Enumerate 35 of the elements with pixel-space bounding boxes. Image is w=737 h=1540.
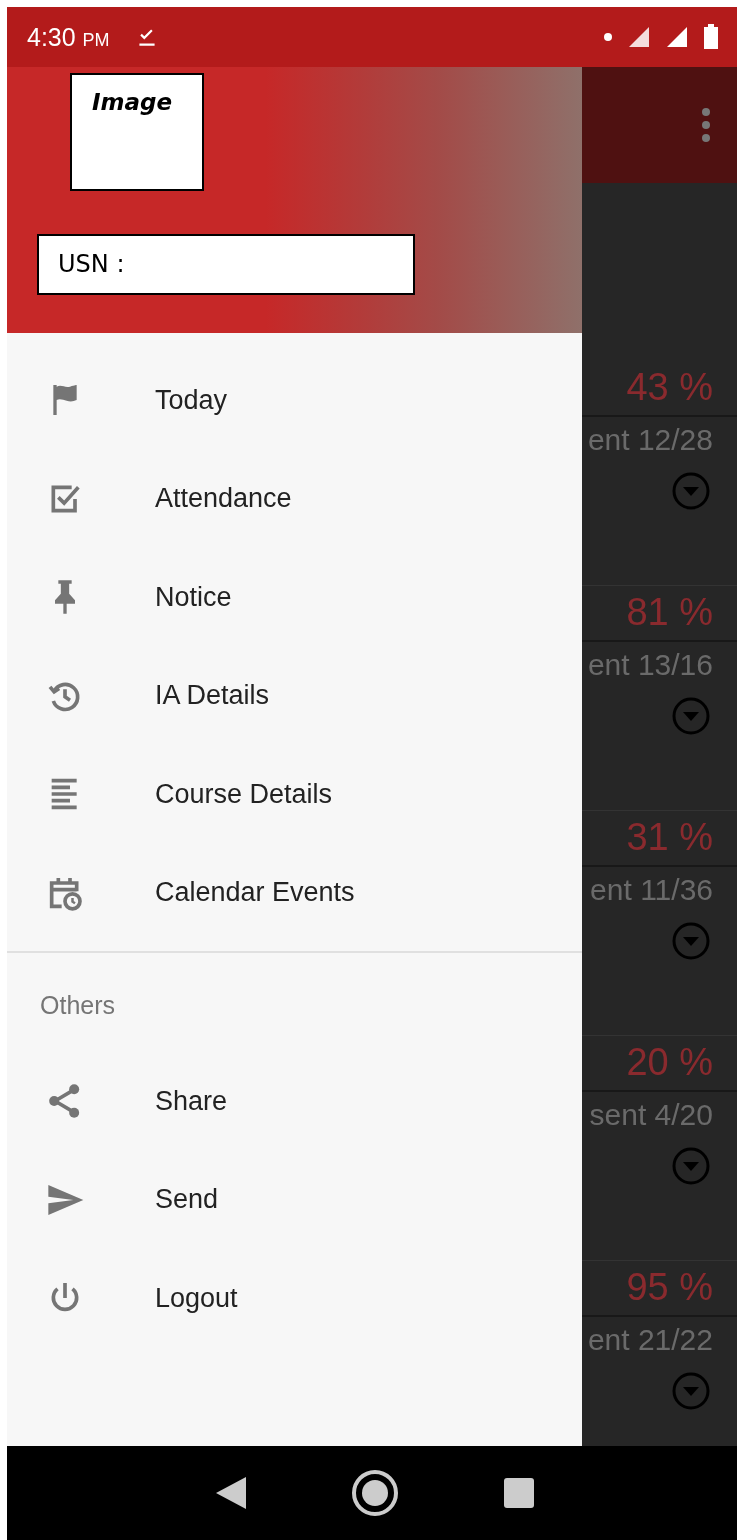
dropdown-icon[interactable]	[671, 1371, 711, 1411]
more-icon[interactable]	[701, 107, 711, 143]
percentage-text: 95 %	[626, 1266, 714, 1309]
menu-item[interactable]: Calendar Events	[7, 843, 582, 942]
percentage-text: 31 %	[626, 816, 714, 859]
dropdown-icon[interactable]	[671, 471, 711, 511]
status-time: 4:30 PM	[27, 22, 110, 52]
image-label: Image	[92, 89, 173, 115]
menu-item[interactable]: Today	[7, 351, 582, 450]
signal-icon	[665, 25, 689, 49]
menu-item[interactable]: Share	[7, 1052, 582, 1151]
menu-item[interactable]: Notice	[7, 548, 582, 647]
percentage-text: 81 %	[626, 591, 714, 634]
attendance-text: sent 4/20	[589, 1098, 714, 1132]
attendance-text: ent 11/36	[590, 873, 714, 907]
section-title: Others	[39, 990, 117, 1021]
signal-icon	[627, 25, 651, 49]
percentage-text: 43 %	[626, 366, 714, 409]
menu-item[interactable]: IA Details	[7, 646, 582, 745]
usn-field: USN :	[37, 234, 415, 295]
menu-item[interactable]: Send	[7, 1150, 582, 1249]
menu-item[interactable]: Logout	[7, 1249, 582, 1348]
recents-icon[interactable]	[503, 1477, 536, 1509]
attendance-text: ent 21/22	[587, 1323, 714, 1357]
notification-dot-icon	[603, 32, 613, 42]
attendance-text: ent 13/16	[587, 648, 714, 682]
percentage-text: 20 %	[626, 1041, 714, 1084]
dropdown-icon[interactable]	[671, 921, 711, 961]
home-icon[interactable]	[351, 1469, 400, 1517]
dropdown-icon[interactable]	[671, 1146, 711, 1186]
menu-item[interactable]: Attendance	[7, 449, 582, 548]
dropdown-icon[interactable]	[671, 696, 711, 736]
battery-icon	[703, 24, 719, 50]
attendance-text: ent 12/28	[587, 423, 714, 457]
menu-item[interactable]: Course Details	[7, 745, 582, 844]
